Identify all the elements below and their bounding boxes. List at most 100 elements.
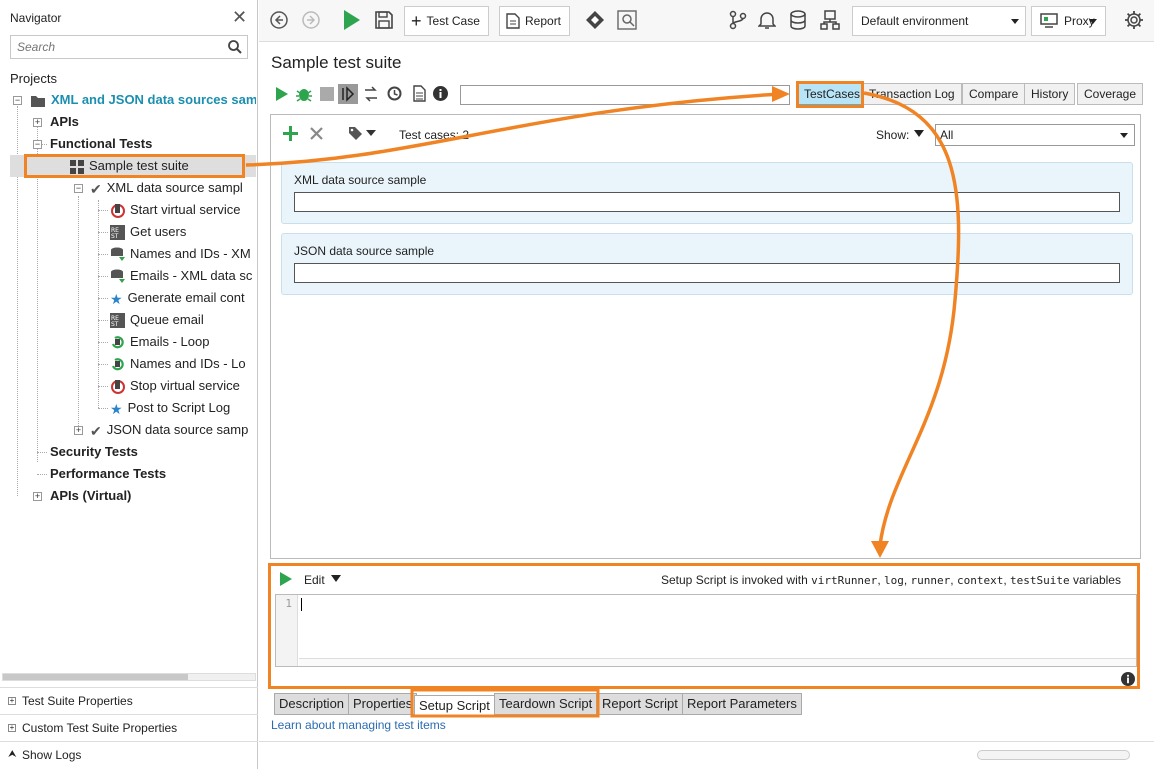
environment-select[interactable]: Default environment bbox=[852, 6, 1026, 36]
document-icon[interactable] bbox=[413, 85, 426, 102]
diamond-icon[interactable] bbox=[585, 10, 605, 30]
add-icon[interactable] bbox=[283, 126, 298, 141]
custom-suite-properties-section[interactable]: + Custom Test Suite Properties bbox=[0, 714, 258, 741]
suite-progress-field bbox=[460, 85, 790, 105]
tree-item-xml-case[interactable]: ✔ XML data source sampl bbox=[90, 177, 256, 199]
tree-item-step[interactable]: Start virtual service bbox=[110, 199, 256, 221]
tree-item-step[interactable]: RE ST Queue email bbox=[110, 309, 256, 331]
run-icon[interactable] bbox=[275, 87, 288, 101]
sequential-run-icon[interactable] bbox=[364, 86, 378, 102]
section-label: Custom Test Suite Properties bbox=[22, 721, 178, 735]
search-input[interactable] bbox=[17, 37, 217, 57]
search-icon[interactable] bbox=[227, 39, 243, 55]
chevron-down-icon[interactable] bbox=[366, 130, 376, 136]
notifications-bell-icon[interactable] bbox=[758, 10, 776, 30]
environment-value: Default environment bbox=[861, 14, 969, 28]
tab-description[interactable]: Description bbox=[274, 693, 350, 715]
plus-icon: + bbox=[411, 11, 422, 31]
test-case-name: JSON data source sample bbox=[294, 244, 435, 258]
virtual-service-stop-icon bbox=[111, 380, 125, 395]
folder-icon bbox=[31, 95, 45, 107]
tab-compare[interactable]: Compare bbox=[962, 83, 1026, 105]
tree-item-step[interactable]: ★ Post to Script Log bbox=[110, 397, 256, 419]
tree-item-step[interactable]: Emails - XML data sc bbox=[110, 265, 256, 287]
expand-apis-icon[interactable]: + bbox=[33, 118, 42, 127]
test-case-progress bbox=[294, 263, 1120, 283]
status-scrollbar[interactable] bbox=[977, 750, 1130, 760]
tree-item-label: XML data source sampl bbox=[106, 180, 243, 195]
test-case-card[interactable]: XML data source sample bbox=[281, 162, 1133, 224]
close-icon[interactable]: ✕ bbox=[232, 8, 247, 26]
show-logs-toggle[interactable]: ⮝ Show Logs bbox=[0, 741, 258, 768]
test-case-progress bbox=[294, 192, 1120, 212]
tag-icon[interactable] bbox=[348, 126, 363, 141]
delete-icon[interactable] bbox=[310, 127, 323, 140]
show-filter-select[interactable]: All bbox=[935, 124, 1135, 146]
navigator-scrollbar[interactable] bbox=[2, 673, 256, 681]
tab-transaction-log[interactable]: Transaction Log bbox=[862, 83, 962, 105]
git-branch-icon[interactable] bbox=[729, 10, 747, 30]
collapse-functional-tests-icon[interactable]: − bbox=[33, 140, 42, 149]
expand-icon[interactable]: + bbox=[8, 724, 16, 732]
svg-text:ST: ST bbox=[111, 321, 119, 328]
tab-setup-script[interactable]: Setup Script bbox=[414, 695, 495, 717]
report-button[interactable]: Report bbox=[499, 6, 571, 36]
learn-more-link[interactable]: Learn about managing test items bbox=[271, 718, 446, 732]
info-icon[interactable] bbox=[433, 86, 448, 101]
tab-report-script[interactable]: Report Script bbox=[597, 693, 683, 715]
tab-history[interactable]: History bbox=[1024, 83, 1076, 105]
check-icon: ✔ bbox=[90, 422, 102, 439]
tree-item-security-tests[interactable]: Security Tests bbox=[50, 441, 138, 463]
tab-report-parameters[interactable]: Report Parameters bbox=[682, 693, 802, 715]
scrollbar-thumb[interactable] bbox=[3, 674, 188, 680]
status-bar bbox=[259, 741, 1154, 769]
collapse-xml-case-icon[interactable]: − bbox=[74, 184, 83, 193]
tree-item-performance-tests[interactable]: Performance Tests bbox=[50, 463, 166, 485]
tree-item-apis-virtual[interactable]: APIs (Virtual) bbox=[50, 485, 131, 507]
show-label: Show: bbox=[876, 128, 910, 142]
tab-coverage[interactable]: Coverage bbox=[1077, 83, 1144, 105]
search-field[interactable] bbox=[10, 35, 248, 59]
tree-item-step[interactable]: ★ Generate email cont bbox=[110, 287, 256, 309]
gear-icon[interactable] bbox=[1124, 10, 1144, 30]
tab-properties[interactable]: Properties bbox=[348, 693, 418, 715]
run-icon[interactable] bbox=[342, 9, 362, 31]
tree-item-functional-tests[interactable]: Functional Tests bbox=[50, 133, 152, 155]
button-label: Test Case bbox=[426, 14, 480, 28]
database-icon[interactable] bbox=[789, 10, 807, 30]
save-icon[interactable] bbox=[374, 10, 394, 30]
network-icon[interactable] bbox=[820, 10, 840, 30]
test-case-card[interactable]: JSON data source sample bbox=[281, 233, 1133, 295]
stop-icon[interactable] bbox=[320, 87, 334, 101]
tree-item-step[interactable]: RE ST Get users bbox=[110, 221, 256, 243]
parallel-run-icon[interactable] bbox=[338, 84, 358, 104]
tree-item-project[interactable]: XML and JSON data sources sam bbox=[30, 89, 256, 111]
tree-item-apis[interactable]: APIs bbox=[50, 111, 79, 133]
proxy-button[interactable]: Proxy bbox=[1031, 6, 1106, 36]
tree-item-json-case[interactable]: ✔ JSON data source samp bbox=[90, 419, 256, 441]
tree-item-step[interactable]: Names and IDs - XM bbox=[110, 243, 256, 265]
add-test-case-button[interactable]: + Test Case bbox=[404, 6, 489, 36]
chevron-down-icon bbox=[1120, 133, 1128, 138]
debug-bug-icon[interactable] bbox=[295, 85, 313, 103]
datasource-icon bbox=[111, 269, 125, 284]
annotation-script-highlight bbox=[268, 563, 1140, 689]
forward-icon[interactable] bbox=[301, 10, 321, 30]
chevron-down-icon[interactable] bbox=[914, 130, 924, 137]
expand-apis-virtual-icon[interactable]: + bbox=[33, 492, 42, 501]
tree-item-step[interactable]: Names and IDs - Lo bbox=[110, 353, 256, 375]
inspect-icon[interactable] bbox=[617, 10, 637, 30]
test-suite-properties-section[interactable]: + Test Suite Properties bbox=[0, 687, 258, 714]
expand-json-case-icon[interactable]: + bbox=[74, 426, 83, 435]
collapse-project-icon[interactable]: − bbox=[13, 96, 22, 105]
timer-icon[interactable] bbox=[387, 86, 402, 101]
back-icon[interactable] bbox=[269, 10, 289, 30]
tree-item-step[interactable]: Emails - Loop bbox=[110, 331, 256, 353]
virtual-service-start-icon bbox=[111, 204, 125, 219]
loop-icon bbox=[111, 336, 124, 349]
tab-teardown-script[interactable]: Teardown Script bbox=[494, 693, 598, 715]
tree-item-step[interactable]: Stop virtual service bbox=[110, 375, 256, 397]
expand-icon[interactable]: + bbox=[8, 697, 16, 705]
tree-item-label: Emails - XML data sc bbox=[130, 268, 253, 283]
tree-item-label: JSON data source samp bbox=[106, 422, 249, 437]
